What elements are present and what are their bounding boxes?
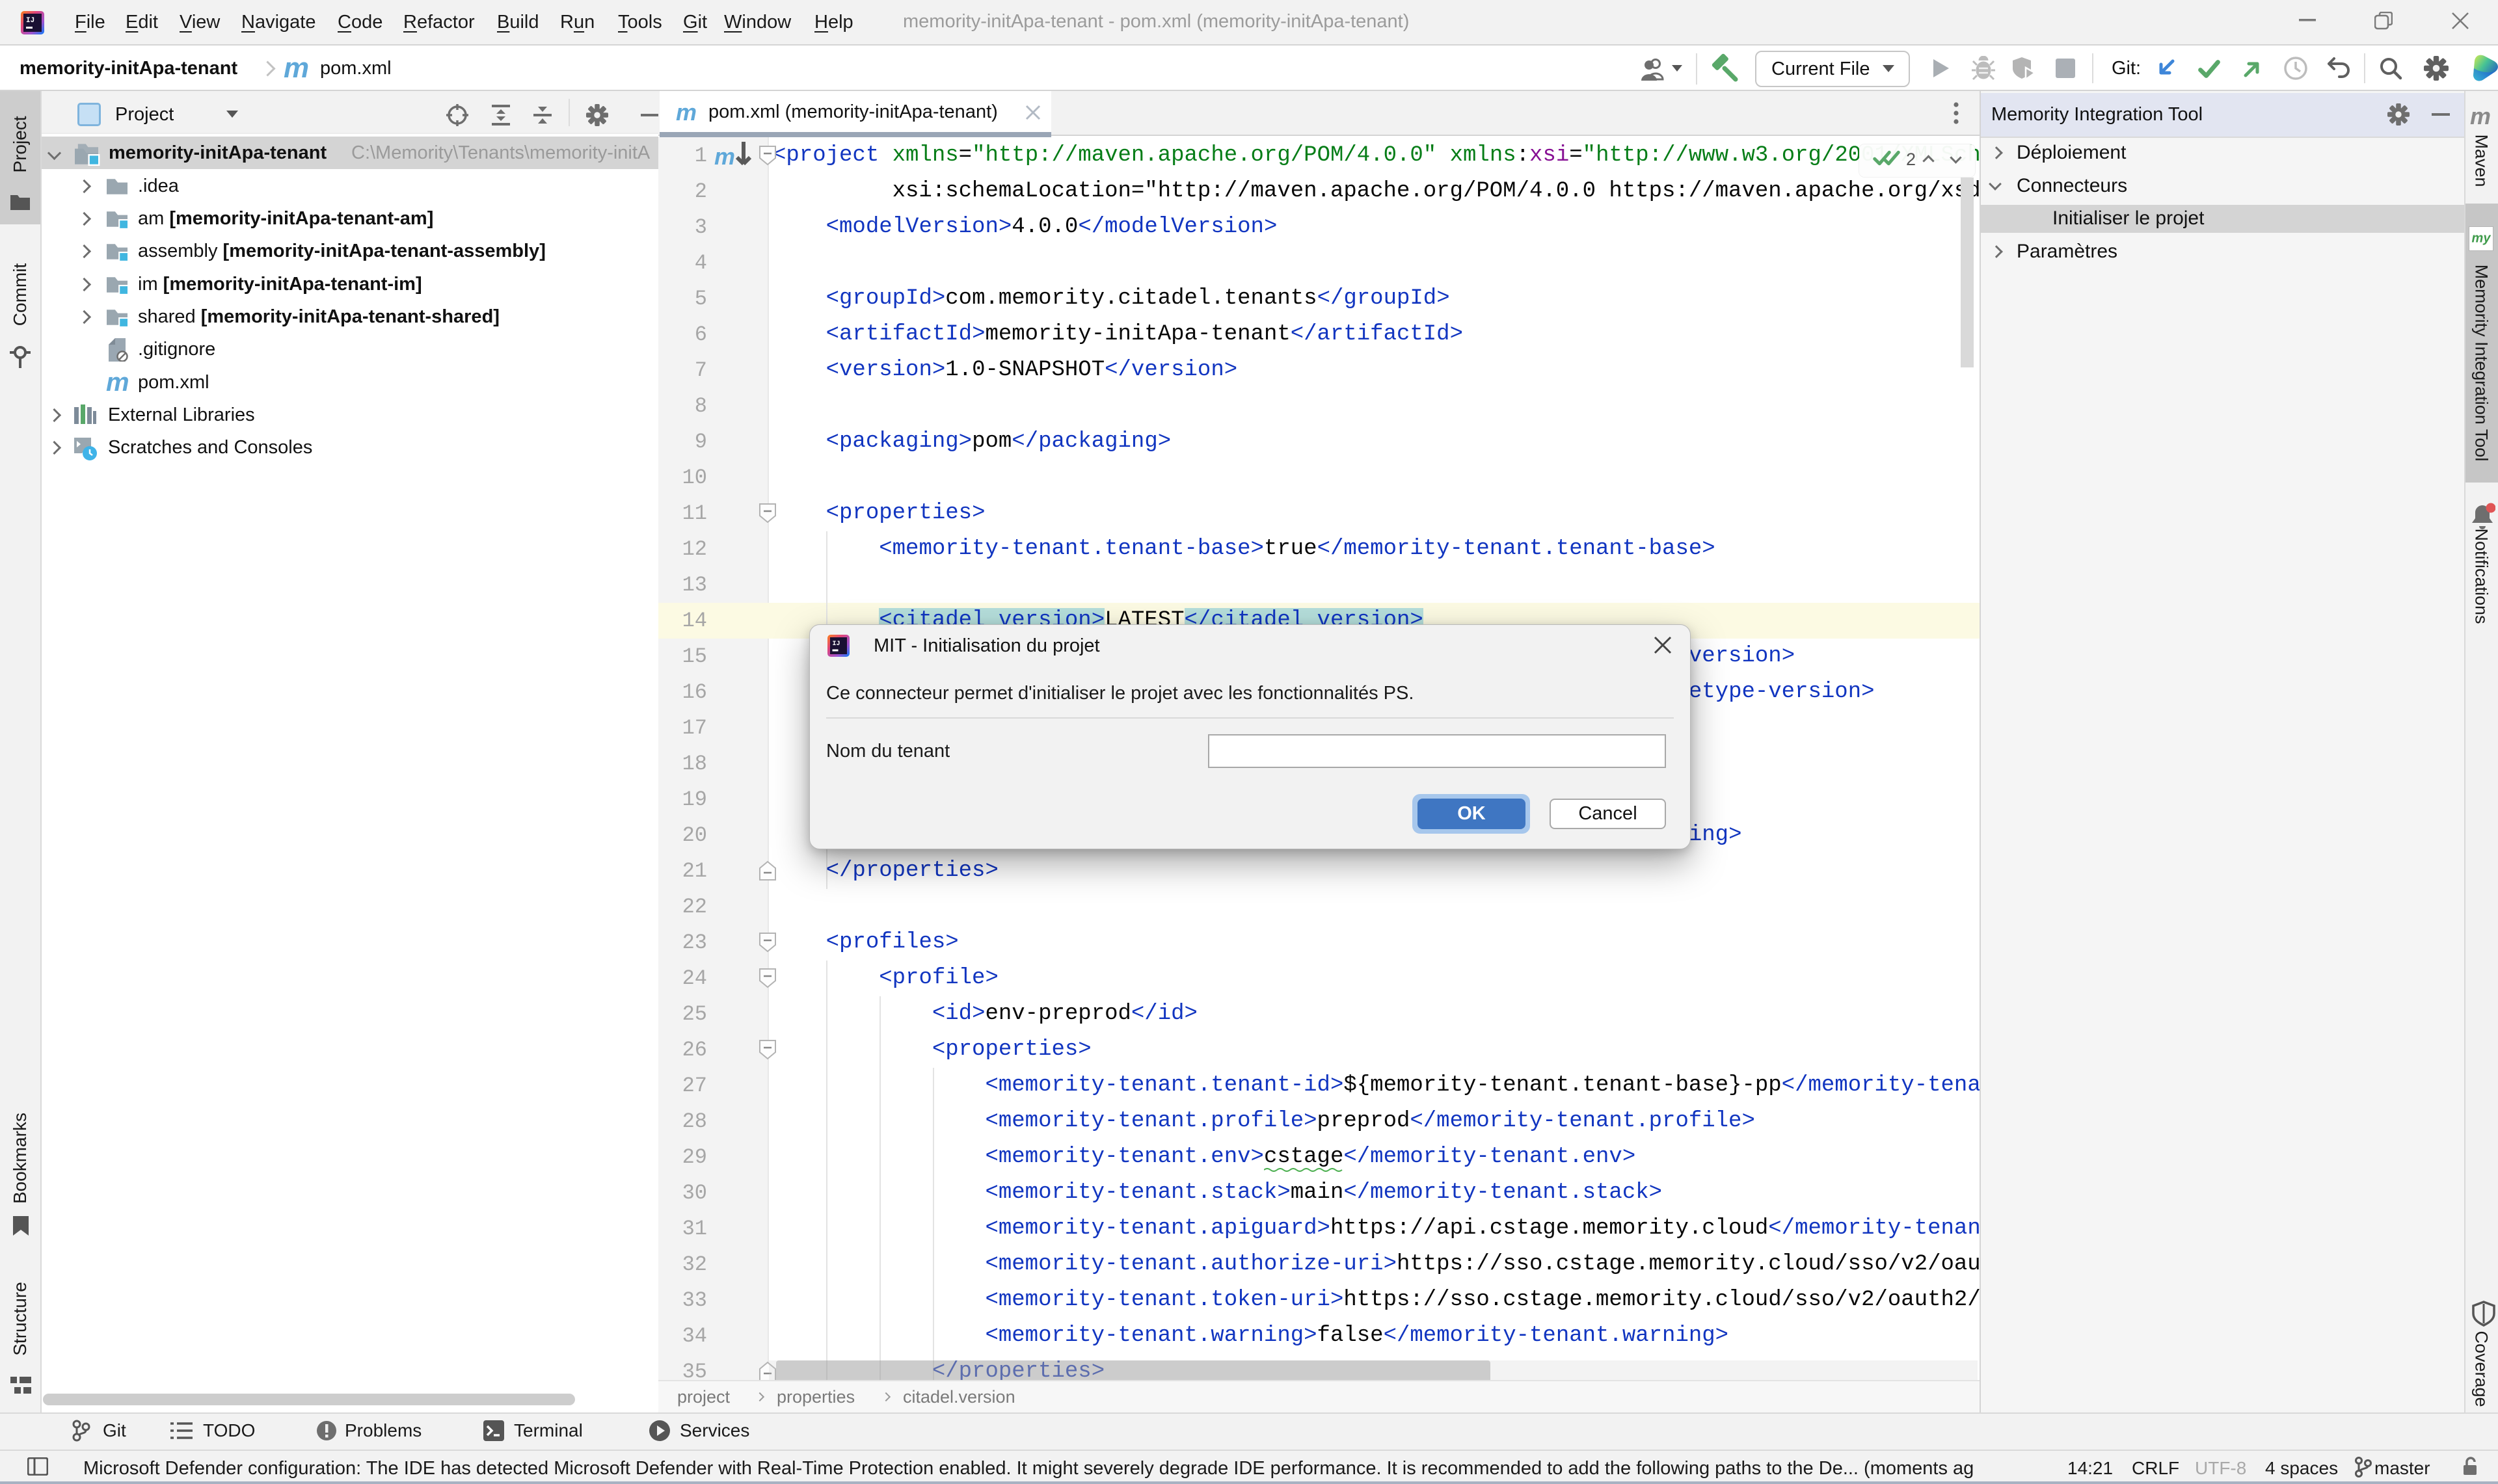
svg-text:IJ: IJ <box>833 641 840 648</box>
svg-text:IJ: IJ <box>26 17 34 25</box>
